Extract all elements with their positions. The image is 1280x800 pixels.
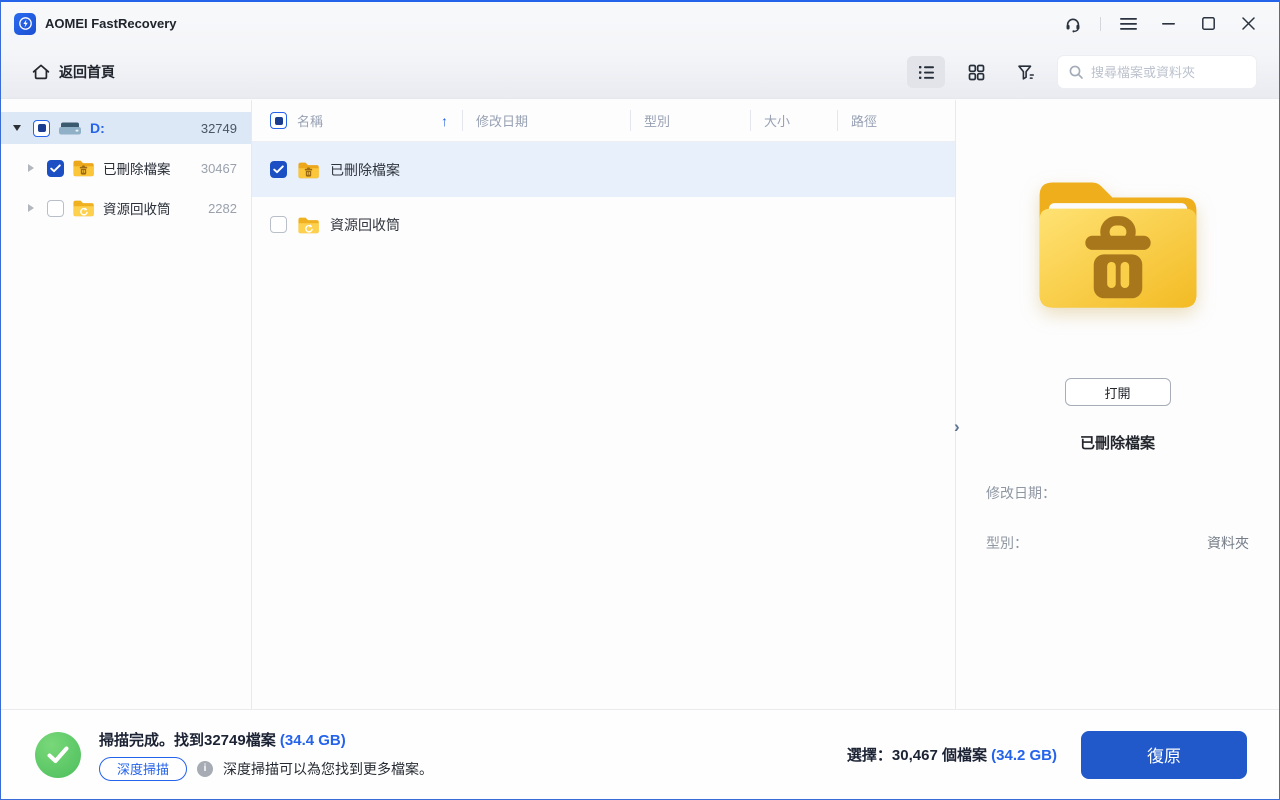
modified-date-label: 修改日期： (986, 485, 1056, 501)
app-title: AOMEI FastRecovery (45, 16, 177, 31)
topbar: AOMEI FastRecovery 返回首頁 搜尋檔案或資料夾 (1, 2, 1279, 99)
selection-summary: 選擇：30,467 個檔案 (34.2 GB) (847, 744, 1057, 765)
folder-recycle-icon (72, 198, 95, 218)
file-list: 名稱 ↑ 修改日期 型別 大小 路徑 已刪除檔案 資源回收筒 (252, 100, 955, 709)
home-icon (31, 62, 51, 82)
scan-result-size: (34.4 GB) (279, 731, 346, 749)
minimize-button[interactable] (1151, 9, 1185, 39)
row-name: 已刪除檔案 (330, 161, 400, 178)
selected-item-name: 已刪除檔案 (1079, 435, 1155, 452)
sort-ascending-icon[interactable]: ↑ (441, 113, 448, 129)
drive-icon (58, 120, 82, 137)
sidebar-item-deleted-files[interactable]: 已刪除檔案 30467 (1, 152, 251, 184)
header-path-column[interactable]: 路徑 (837, 100, 955, 141)
info-icon: i (197, 760, 214, 777)
deep-scan-hint: 深度掃描可以為您找到更多檔案。 (223, 760, 434, 777)
header-size-column[interactable]: 大小 (750, 100, 837, 141)
drive-checkbox[interactable] (33, 119, 50, 137)
type-label: 型別： (986, 535, 1028, 551)
column-label: 路徑 (851, 114, 878, 129)
sidebar-tree: D: 32749 已刪除檔案 30467 資源回收筒 2282 (1, 100, 252, 709)
type-value: 資料夾 (1207, 535, 1249, 551)
titlebar-divider (1100, 16, 1101, 31)
scan-result-label: 掃描完成。找到32749檔案 (99, 731, 276, 749)
statusbar-right: 選擇：30,467 個檔案 (34.2 GB) 復原 (847, 730, 1247, 779)
hamburger-menu-icon (1119, 17, 1137, 31)
titlebar: AOMEI FastRecovery (1, 2, 1279, 45)
close-button[interactable] (1231, 9, 1265, 39)
grid-view-icon (967, 63, 986, 82)
sidebar-item-drive-d[interactable]: D: 32749 (1, 112, 251, 144)
drive-label: D: (90, 120, 105, 136)
list-view-icon (917, 63, 936, 82)
filter-icon (1016, 63, 1036, 82)
column-label: 型別 (644, 114, 671, 129)
header-name-column[interactable]: 名稱 ↑ (252, 100, 462, 141)
sidebar-item-count: 30467 (200, 160, 237, 176)
table-row[interactable]: 資源回收筒 (252, 197, 955, 252)
search-box (1057, 55, 1257, 89)
toolbar-right (907, 55, 1257, 89)
list-view-button[interactable] (907, 56, 945, 88)
scan-complete-check-icon (35, 731, 81, 778)
close-icon (1241, 17, 1255, 30)
content-area: D: 32749 已刪除檔案 30467 資源回收筒 2282 名稱 ↑ 修改日… (1, 100, 1279, 709)
details-panel: › 打開 已刪除檔案 修改日期： 型別： 資料夾 (954, 100, 1279, 709)
sidebar-item-label: 資源回收筒 (103, 202, 171, 217)
maximize-button[interactable] (1191, 9, 1225, 39)
recycle-bin-checkbox[interactable] (47, 199, 64, 217)
folder-trash-icon (297, 160, 320, 180)
selection-count-label: 選擇：30,467 個檔案 (846, 747, 987, 764)
drive-count: 32749 (200, 120, 237, 136)
row-checkbox[interactable] (270, 161, 287, 178)
app-window: AOMEI FastRecovery 返回首頁 搜尋檔案或資料夾 D: 3274… (0, 0, 1280, 800)
row-checkbox[interactable] (270, 216, 287, 233)
sidebar-item-recycle-bin[interactable]: 資源回收筒 2282 (1, 192, 251, 224)
type-field: 型別： 資料夾 (971, 533, 1264, 553)
column-label: 名稱 (297, 114, 324, 129)
toolbar: 返回首頁 (1, 45, 1279, 99)
menu-button[interactable] (1111, 9, 1145, 39)
panel-collapse-chevron-icon[interactable]: › (954, 415, 968, 439)
header-modified-column[interactable]: 修改日期 (462, 100, 630, 141)
recover-button[interactable]: 復原 (1081, 730, 1247, 779)
folder-recycle-icon (297, 215, 320, 235)
header-type-column[interactable]: 型別 (630, 100, 750, 141)
headset-icon (1064, 15, 1082, 33)
modified-date-field: 修改日期： (971, 483, 1264, 503)
app-logo-icon (14, 12, 36, 35)
open-button[interactable]: 打開 (1064, 378, 1171, 406)
column-label: 大小 (764, 114, 791, 129)
back-home-label: 返回首頁 (59, 64, 115, 80)
support-headset-button[interactable] (1056, 9, 1090, 39)
folder-trash-icon (72, 158, 95, 178)
grid-view-button[interactable] (957, 56, 995, 88)
expand-collapse-icon[interactable] (23, 164, 39, 172)
maximize-icon (1201, 17, 1215, 30)
back-home-button[interactable]: 返回首頁 (31, 62, 115, 82)
list-header: 名稱 ↑ 修改日期 型別 大小 路徑 (252, 100, 955, 142)
sidebar-item-label: 已刪除檔案 (103, 162, 171, 177)
statusbar: 掃描完成。找到32749檔案 (34.4 GB) 深度掃描 i 深度掃描可以為您… (1, 709, 1279, 799)
search-input[interactable] (1091, 64, 1241, 80)
scan-info: 掃描完成。找到32749檔案 (34.4 GB) 深度掃描 i 深度掃描可以為您… (99, 729, 433, 781)
row-name: 資源回收筒 (330, 216, 400, 233)
minimize-icon (1161, 17, 1175, 30)
big-folder-trash-icon (1039, 182, 1196, 308)
expand-collapse-icon[interactable] (23, 204, 39, 212)
deep-scan-button[interactable]: 深度掃描 (99, 756, 188, 781)
search-icon (1068, 64, 1084, 80)
deleted-files-checkbox[interactable] (47, 159, 64, 177)
filter-button[interactable] (1007, 56, 1045, 88)
scan-result-text: 掃描完成。找到32749檔案 (34.4 GB) (99, 729, 433, 750)
expand-collapse-icon[interactable] (9, 125, 25, 131)
sidebar-item-count: 2282 (208, 200, 237, 216)
column-label: 修改日期 (476, 114, 529, 129)
table-row[interactable]: 已刪除檔案 (252, 142, 955, 197)
select-all-checkbox[interactable] (270, 112, 287, 129)
selection-size: (34.2 GB) (991, 747, 1057, 764)
titlebar-controls (1056, 9, 1265, 39)
